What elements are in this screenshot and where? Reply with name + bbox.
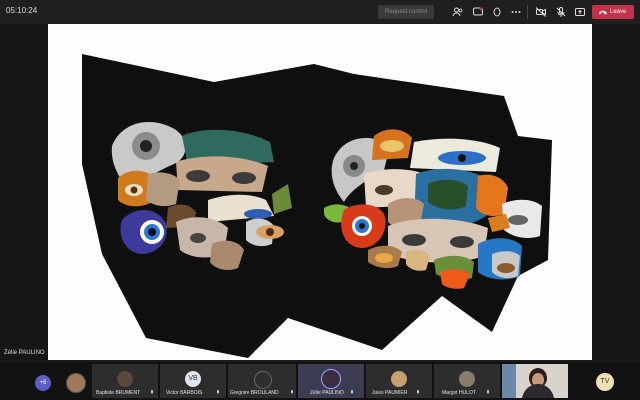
avatar	[254, 371, 272, 389]
people-icon[interactable]	[452, 6, 464, 18]
camera-off-icon[interactable]	[535, 6, 547, 18]
toolbar-divider	[527, 5, 528, 19]
participant-tile[interactable]: VB Victor BARBOIS	[160, 364, 226, 398]
participant-tile-speaking[interactable]: Zélie PAULINO	[298, 364, 364, 398]
phone-hangup-icon	[599, 10, 607, 15]
avatar	[459, 371, 475, 387]
participant-name: Gregoire BROULAND	[230, 390, 279, 396]
leave-label: Leave	[610, 9, 627, 15]
participant-name: Zélie PAULINO	[310, 390, 344, 396]
leave-button[interactable]: Leave	[592, 5, 634, 19]
participant-tile[interactable]: Baptiste BRUMENT	[92, 364, 158, 398]
participant-name: Jules PAUMIER	[372, 390, 408, 396]
mic-off-icon	[351, 390, 353, 394]
mic-off-icon[interactable]	[555, 6, 567, 18]
participant-name: Margot HULOT	[442, 390, 476, 396]
shared-screen	[0, 24, 640, 360]
reactions-icon[interactable]	[491, 6, 503, 18]
avatar	[321, 369, 341, 389]
self-avatar[interactable]: TV	[596, 373, 614, 391]
mic-off-icon	[151, 390, 153, 394]
participant-video-tile[interactable]	[502, 364, 568, 398]
more-participants-badge[interactable]: +6	[35, 375, 51, 391]
shared-slide	[48, 24, 592, 360]
meeting-top-bar: 05:10:24 Request control Leave	[0, 0, 640, 24]
more-icon[interactable]	[510, 6, 522, 18]
avatar: VB	[185, 371, 201, 387]
mic-off-icon	[217, 390, 219, 394]
avatar	[391, 371, 407, 387]
participant-tile[interactable]: Jules PAUMIER	[366, 364, 432, 398]
participant-video	[502, 364, 568, 398]
avatar	[66, 373, 86, 393]
mic-off-icon	[417, 390, 419, 394]
participant-name: Victor BARBOIS	[166, 390, 203, 396]
chat-icon[interactable]	[472, 6, 484, 18]
presenter-name: Zélie PAULINO	[4, 350, 45, 356]
eye-collage-image	[82, 54, 552, 358]
share-icon[interactable]	[574, 6, 586, 18]
mic-off-icon	[291, 390, 293, 394]
mic-off-icon	[487, 390, 489, 394]
participant-tile[interactable]: Margot HULOT	[434, 364, 500, 398]
request-control-button[interactable]: Request control	[378, 5, 434, 19]
participant-tile[interactable]: Gregoire BROULAND	[228, 364, 296, 398]
participant-name: Baptiste BRUMENT	[96, 390, 141, 396]
avatar	[117, 371, 133, 387]
meeting-timer: 05:10:24	[6, 6, 38, 15]
